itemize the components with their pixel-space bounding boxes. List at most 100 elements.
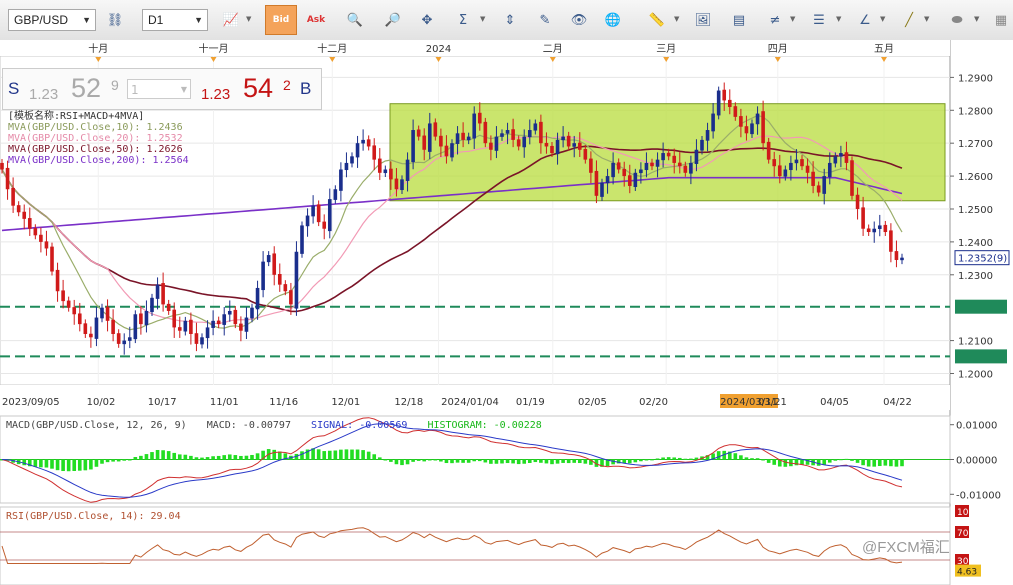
chevron-down-icon[interactable]: ▼ [480,15,485,23]
candle-body [544,142,549,147]
menu-icon[interactable]: ☰ [806,8,832,32]
fit-icon[interactable]: ⇕ [497,8,523,32]
macd-bar [572,459,577,463]
date-label: 10/17 [148,397,177,408]
macd-bar [511,459,515,464]
candle-body [189,319,193,335]
month-axis-bg [0,40,950,56]
candle-body [289,290,293,305]
timeframe-select[interactable]: D1 ▼ [142,9,208,31]
macd-bar [439,459,443,462]
candle-body [105,306,110,321]
macd-bar [477,459,482,462]
macd-bar [755,458,760,460]
ellipse-icon[interactable]: ⬬ [944,8,970,32]
rsi-tick-label: 70 [957,529,969,539]
chevron-down-icon[interactable]: ▼ [674,15,679,23]
macd-bar [444,459,449,464]
macd-bar [655,458,660,460]
sell-button[interactable]: S [8,79,19,99]
candle-body [222,314,227,325]
candle-body [161,283,165,305]
date-label: 12/01 [331,397,360,408]
macd-bar [172,452,177,460]
ask-label: Ask [306,15,326,25]
chevron-down-icon[interactable]: ▼ [880,15,885,23]
symbol-select[interactable]: GBP/USD ▼ [8,9,96,31]
bid-button[interactable]: Bid [265,5,297,35]
candle-body [872,228,877,233]
y-tick-label: 1.2800 [958,106,993,117]
month-label: 十月 [88,42,108,55]
macd-bar [200,457,204,460]
chart-type-icon[interactable]: 📈 [218,8,244,32]
candle-body [311,205,315,217]
lines-icon[interactable]: ≠ [762,8,788,32]
trendline-icon[interactable]: ╱ [896,8,922,32]
zoom-out-icon[interactable]: 🔎 [380,8,406,32]
candle-body [427,123,432,152]
candle-body [577,142,582,150]
macd-bar [661,457,665,460]
globe-icon[interactable]: 🌐 [600,8,626,32]
macd-bar [716,451,721,460]
macd-bar [783,459,788,467]
date-label: 2023/09/05 [2,397,60,408]
candle-body [483,121,488,144]
crosshair-icon[interactable]: ✥ [414,8,440,32]
candle-body [400,179,404,191]
zoom-in-icon[interactable]: 🔍 [342,8,368,32]
candle-body [355,143,360,158]
macd-bar [555,459,560,464]
chevron-down-icon[interactable]: ▼ [836,15,841,23]
candle-body [211,320,215,328]
candle-body [44,241,49,249]
candle-body [722,89,727,101]
buy-button[interactable]: B [300,79,311,99]
candle-body [611,162,615,178]
macd-bar [100,459,104,464]
macd-bar [244,455,249,460]
image-icon[interactable]: 🖼 [690,8,716,32]
candle-body [16,205,21,213]
macd-bar [111,459,115,462]
eye-icon[interactable]: 👁 [566,8,592,32]
angle-icon[interactable]: ∠ [852,8,878,32]
date-label: 11/16 [269,397,298,408]
candle-body [822,176,827,194]
chevron-down-icon[interactable]: ▼ [246,15,251,23]
chevron-down-icon[interactable]: ▼ [924,15,929,23]
candle-body [516,139,521,147]
macd-bar [366,451,371,460]
ruler-icon[interactable]: 📏 [644,8,670,32]
quote-panel: S 1.23 52 9 1 ▼ 1.23 54 2 B [2,68,322,110]
chevron-down-icon[interactable]: ▼ [790,15,795,23]
macd-bar [33,459,38,467]
candle-body [477,112,482,124]
ask-button[interactable]: Ask [303,8,329,32]
window-icon[interactable]: ▤ [726,8,752,32]
month-label: 2024 [426,44,451,55]
list-icon[interactable]: ▦ [988,8,1013,32]
link-icon[interactable]: ⛓ [102,8,128,32]
macd-bar [877,459,882,467]
candle-body [116,333,121,344]
date-label: 10/02 [87,397,116,408]
lot-amount-input[interactable]: 1 ▼ [127,79,191,99]
candle-body [394,178,399,190]
macd-bar [233,455,238,460]
rsi-title: RSI(GBP/USD.Close, 14): 29.04 [6,511,181,522]
candle-body [539,121,543,144]
candle-body [139,313,143,325]
macd-bar [144,454,149,460]
candle-body [672,155,677,163]
y-tick-label: 1.2400 [958,238,993,249]
macd-bar [427,459,432,461]
note-icon[interactable]: ✎ [532,8,558,32]
macd-bar [350,449,354,460]
ma20-label: MVA(GBP/USD.Close,20): 1.2532 [8,133,183,144]
indicator-icon[interactable]: Σ [450,8,476,32]
macd-bar [766,459,771,463]
macd-bar [150,452,154,460]
chevron-down-icon[interactable]: ▼ [974,15,979,23]
